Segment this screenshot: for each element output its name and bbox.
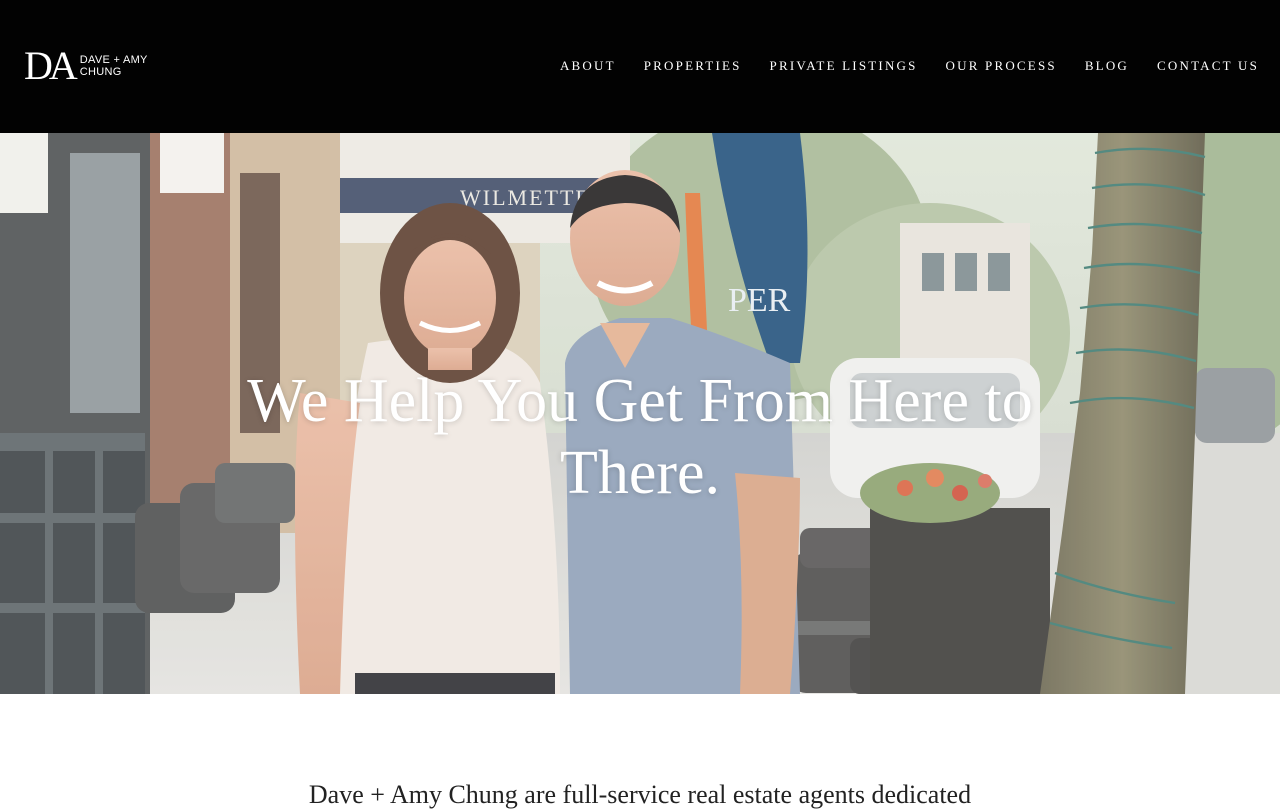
site-header: DA DAVE + AMY CHUNG ABOUT PROPERTIES PRI…	[0, 0, 1280, 133]
hero-section: WILMETTE PER We Help You Get From Here t…	[0, 133, 1280, 694]
nav-item-private-listings[interactable]: PRIVATE LISTINGS	[770, 58, 918, 74]
nav-item-our-process[interactable]: OUR PROCESS	[946, 58, 1057, 74]
logo-name-line1: DAVE + AMY	[79, 54, 148, 66]
logo-name-line2: CHUNG	[79, 66, 122, 78]
nav-item-properties[interactable]: PROPERTIES	[644, 58, 742, 74]
intro-text: Dave + Amy Chung are full-service real e…	[308, 780, 972, 809]
site-logo[interactable]: DA DAVE + AMY CHUNG	[24, 43, 148, 88]
logo-wordmark: DAVE + AMY CHUNG	[80, 54, 148, 78]
nav-item-contact-us[interactable]: CONTACT US	[1157, 58, 1259, 74]
logo-monogram: DA	[24, 43, 78, 88]
hero-heading-line2: There.	[559, 439, 721, 507]
intro-section: Dave + Amy Chung are full-service real e…	[0, 694, 1280, 809]
main-nav: ABOUT PROPERTIES PRIVATE LISTINGS OUR PR…	[560, 58, 1259, 74]
nav-item-about[interactable]: ABOUT	[560, 58, 616, 74]
hero-heading: We Help You Get From Here to There.	[0, 365, 1280, 509]
nav-item-blog[interactable]: BLOG	[1085, 58, 1129, 74]
hero-heading-line1: We Help You Get From Here to	[247, 367, 1033, 435]
